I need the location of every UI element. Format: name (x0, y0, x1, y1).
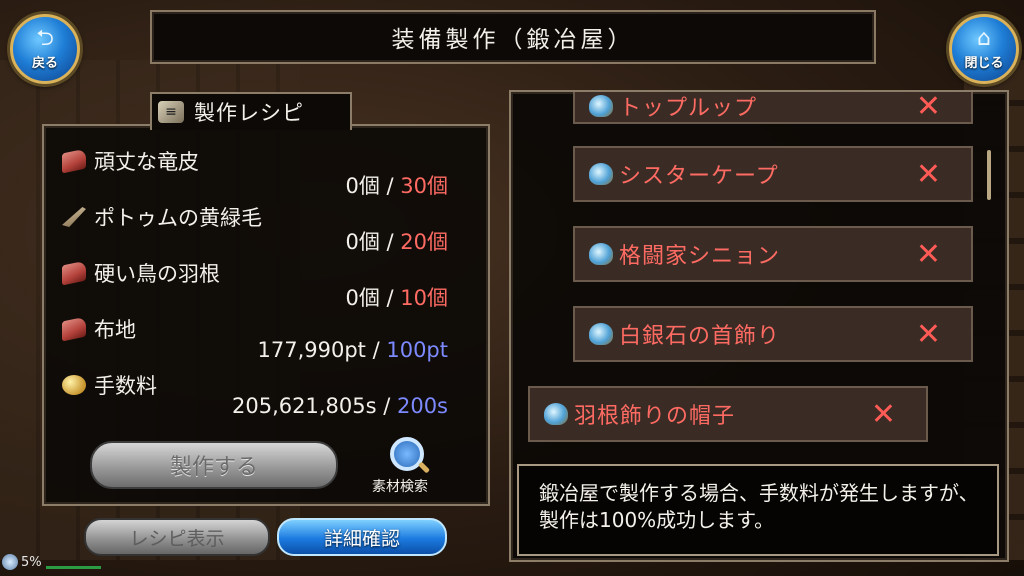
back-button-label: 戻る (31, 55, 58, 71)
list-item[interactable]: トップルップ ✕ (573, 90, 973, 124)
material-name: 布地 (94, 318, 136, 342)
material-count: 0個 / 30個 (345, 170, 448, 200)
material-count: 0個 / 20個 (345, 226, 448, 256)
detail-button[interactable]: 詳細確認 (277, 518, 447, 556)
material-have: 0個 (345, 286, 380, 310)
material-count: 177,990pt / 100pt (258, 338, 449, 362)
material-need: 30個 (400, 174, 448, 198)
unavailable-mark-icon: ✕ (915, 90, 941, 124)
coin-icon (62, 375, 86, 395)
close-button[interactable]: ⌂ 閉じる (949, 14, 1019, 84)
material-name: 硬い鳥の羽根 (94, 262, 220, 286)
item-name: シスターケープ (619, 164, 779, 189)
material-have: 0個 (345, 174, 380, 198)
recipe-view-button[interactable]: レシピ表示 (84, 518, 270, 556)
cape-icon (589, 243, 613, 265)
list-scrollbar[interactable] (987, 150, 991, 200)
hide-icon (62, 148, 86, 174)
material-need: 100pt (386, 338, 448, 362)
material-have: 0個 (345, 230, 380, 254)
material-separator: / (376, 394, 397, 418)
hide-icon (62, 260, 86, 286)
cape-icon (589, 323, 613, 345)
close-button-label: 閉じる (964, 55, 1004, 71)
item-name: 白銀石の首飾り (619, 324, 781, 349)
material-separator: / (365, 338, 387, 362)
material-have: 177,990pt (257, 338, 366, 362)
material-separator: / (379, 286, 401, 310)
magnifier-icon[interactable] (390, 437, 424, 471)
material-name: ポトゥムの黄緑毛 (94, 206, 262, 230)
description-text: 鍛冶屋で製作する場合、手数料が発生しますが、製作は100%成功します。 (539, 481, 979, 532)
list-item[interactable]: 格闘家シニョン ✕ (573, 226, 973, 282)
cape-icon (589, 95, 613, 117)
material-name: 頑丈な竜皮 (94, 150, 199, 174)
material-separator: / (379, 230, 401, 254)
material-search-label[interactable]: 素材検索 (372, 476, 428, 496)
material-count: 205,621,805s / 200s (232, 394, 448, 418)
status-orb-icon (2, 554, 18, 570)
unavailable-mark-icon: ✕ (915, 316, 941, 352)
unavailable-mark-icon: ✕ (915, 156, 941, 192)
material-count: 0個 / 10個 (345, 282, 448, 312)
material-have: 205,621,805s (231, 394, 377, 418)
list-item-selected[interactable]: 羽根飾りの帽子 ✕ (528, 386, 928, 442)
home-icon: ⌂ (977, 25, 991, 51)
recipe-tab: ≡ 製作レシピ (150, 92, 352, 130)
status-bar (45, 565, 101, 569)
cape-icon (544, 403, 568, 425)
page-title: 装備製作（鍛冶屋） (391, 27, 635, 53)
unavailable-mark-icon: ✕ (915, 236, 941, 272)
cloth-icon (62, 316, 86, 342)
scroll-icon: ≡ (158, 101, 184, 123)
title-bar: 装備製作（鍛冶屋） (150, 10, 876, 64)
material-need: 10個 (400, 286, 448, 310)
unavailable-mark-icon: ✕ (870, 396, 896, 432)
feather-icon (62, 207, 86, 227)
material-name: 手数料 (94, 374, 157, 398)
status-percent: 5% (21, 554, 42, 570)
status-indicator: 5% (2, 554, 101, 570)
back-button[interactable]: ⮌ 戻る (10, 14, 80, 84)
list-item[interactable]: 白銀石の首飾り ✕ (573, 306, 973, 362)
material-need: 20個 (400, 230, 448, 254)
cape-icon (589, 163, 613, 185)
item-name: 羽根飾りの帽子 (574, 404, 736, 429)
recipe-tab-label: 製作レシピ (194, 101, 304, 125)
material-need: 200s (396, 394, 448, 418)
list-item[interactable]: シスターケープ ✕ (573, 146, 973, 202)
item-name: 格闘家シニョン (619, 244, 781, 269)
item-name: トップルップ (619, 96, 758, 121)
craft-button[interactable]: 製作する (90, 441, 338, 489)
back-arrow-icon: ⮌ (36, 25, 54, 51)
description-box: 鍛冶屋で製作する場合、手数料が発生しますが、製作は100%成功します。 (517, 464, 999, 556)
material-separator: / (379, 174, 401, 198)
